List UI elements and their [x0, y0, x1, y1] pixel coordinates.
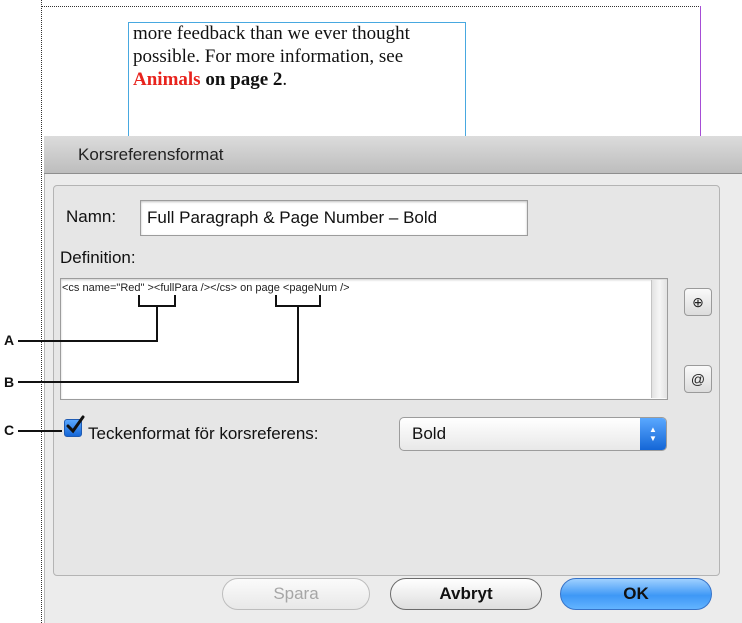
callout-b-bracket-right: [319, 295, 321, 307]
callout-b-riser: [297, 306, 299, 383]
callout-c-line: [18, 430, 62, 432]
callout-a: A: [4, 332, 15, 348]
callout-b: B: [4, 374, 15, 390]
select-arrows-icon: ▲ ▼: [640, 418, 666, 450]
name-field[interactable]: Full Paragraph & Page Number – Bold: [140, 200, 528, 236]
pasteboard-edge-left: [41, 0, 42, 623]
callout-b-bracket-left: [275, 295, 277, 307]
definition-scrollbar[interactable]: [651, 280, 667, 398]
insert-building-block-button[interactable]: ⊕: [684, 288, 712, 316]
callout-a-bracket-right: [174, 295, 176, 307]
checkmark-icon: [66, 415, 85, 434]
name-label: Namn:: [66, 207, 117, 226]
character-style-label: Teckenformat för korsreferens:: [88, 424, 319, 443]
character-style-checkbox[interactable]: [64, 415, 85, 437]
callout-a-bracket: [138, 305, 176, 307]
callout-a-line: [18, 340, 156, 342]
callout-b-bracket: [275, 305, 321, 307]
callout-c: C: [4, 422, 15, 438]
insert-special-character-button[interactable]: @: [684, 365, 712, 393]
save-button[interactable]: Spara: [222, 578, 370, 610]
character-style-value: Bold: [412, 424, 447, 443]
cross-reference-link: Animals: [133, 69, 201, 90]
callout-b-line: [18, 381, 299, 383]
pasteboard-edge-top: [41, 6, 701, 7]
ok-button[interactable]: OK: [560, 578, 712, 610]
document-text: more feedback than we ever thought possi…: [133, 22, 473, 91]
definition-label: Definition:: [60, 248, 136, 267]
cancel-button[interactable]: Avbryt: [390, 578, 542, 610]
building-block-icon: ⊕: [692, 293, 704, 310]
document-line-3: Animals on page 2.: [133, 68, 473, 91]
at-sign-icon: @: [690, 371, 706, 387]
callout-a-bracket-left: [138, 295, 140, 307]
document-line-1: more feedback than we ever thought: [133, 23, 410, 44]
document-line-2: possible. For more information, see: [133, 46, 404, 67]
definition-text: <cs name="Red" ><fullPara /></cs> on pag…: [62, 282, 350, 294]
callout-a-riser: [156, 306, 158, 342]
dialog-title: Korsreferensformat: [78, 145, 224, 164]
page-reference: on page 2: [205, 69, 283, 90]
document-period: .: [282, 69, 288, 90]
column-guide: [700, 6, 701, 136]
